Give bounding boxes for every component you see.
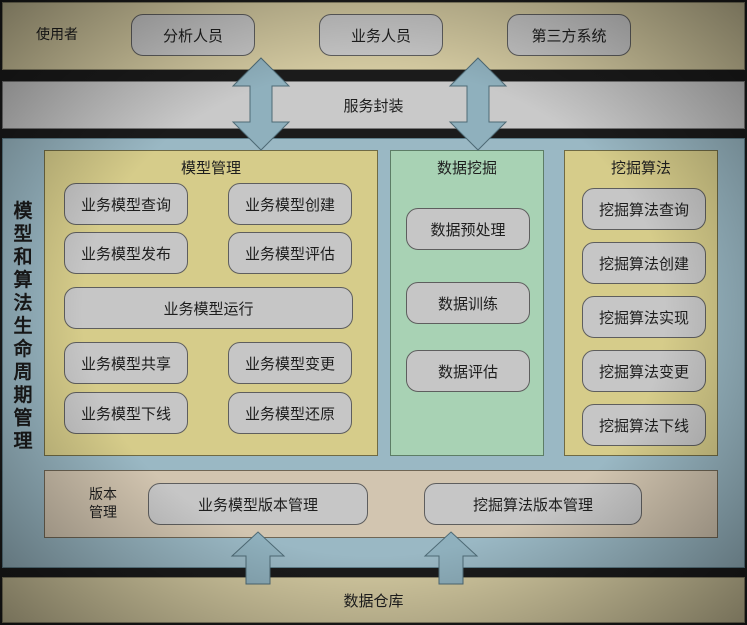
- up-arrow-icon: [423, 531, 479, 585]
- double-arrow-icon: [448, 57, 508, 151]
- up-arrow-icon: [230, 531, 286, 585]
- double-arrow-icon: [231, 57, 291, 151]
- flow-arrows: [230, 57, 508, 585]
